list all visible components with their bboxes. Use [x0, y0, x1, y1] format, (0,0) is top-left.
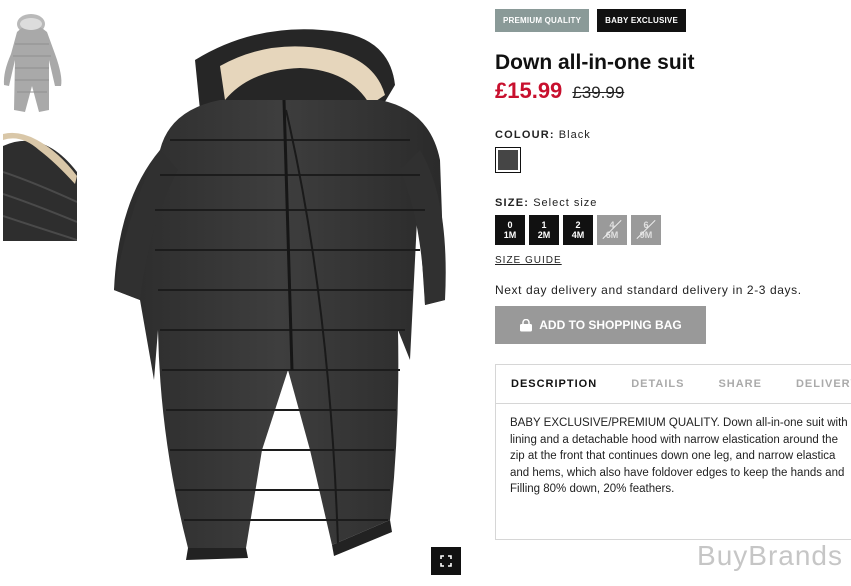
watermark-text: BuyBrands — [697, 540, 843, 571]
size-hint: Select size — [533, 197, 598, 209]
size-options: 0 1M 1 2M 2 4M 4 6M 6 9M — [495, 215, 661, 245]
size-option-top: 2 — [575, 220, 581, 230]
tab-bar: DESCRIPTION DETAILS SHARE DELIVERY — [496, 365, 851, 404]
expand-icon — [440, 555, 452, 567]
colour-swatch-black[interactable] — [495, 147, 521, 173]
size-option-4-6m[interactable]: 4 6M — [597, 215, 627, 245]
tab-details[interactable]: DETAILS — [631, 378, 684, 390]
size-option-top: 6 — [643, 220, 649, 230]
size-option-bottom: 1M — [503, 230, 517, 240]
price-row: £15.99 £39.99 — [495, 78, 624, 104]
suit-thumbnail-image — [3, 14, 62, 112]
size-option-bottom: 4M — [571, 230, 585, 240]
baby-exclusive-badge: BABY EXCLUSIVE — [597, 9, 686, 32]
tab-description[interactable]: DESCRIPTION — [511, 378, 597, 390]
product-tabs-panel: DESCRIPTION DETAILS SHARE DELIVERY BABY … — [495, 364, 851, 540]
size-option-6-9m[interactable]: 6 9M — [631, 215, 661, 245]
badge-row: PREMIUM QUALITY BABY EXCLUSIVE — [495, 9, 686, 32]
original-price: £39.99 — [572, 83, 625, 102]
size-option-top: 4 — [609, 220, 615, 230]
delivery-info: Next day delivery and standard delivery … — [495, 283, 802, 297]
size-option-bottom: 6M — [605, 230, 619, 240]
size-option-top: 0 — [507, 220, 513, 230]
description-text: BABY EXCLUSIVE/PREMIUM QUALITY. Down all… — [510, 417, 848, 495]
size-option-top: 1 — [541, 220, 547, 230]
size-option-2-4m[interactable]: 2 4M — [563, 215, 593, 245]
size-label-title: SIZE: — [495, 197, 530, 209]
product-title: Down all-in-one suit — [495, 51, 695, 74]
colour-swatch-fill — [498, 150, 518, 170]
sale-price: £15.99 — [495, 78, 563, 103]
colour-value: Black — [558, 129, 591, 141]
fullscreen-button[interactable] — [431, 547, 461, 575]
tab-delivery[interactable]: DELIVERY — [796, 378, 851, 390]
size-guide-link[interactable]: SIZE GUIDE — [495, 255, 562, 266]
colour-label: COLOUR: Black — [495, 129, 591, 141]
main-product-image — [100, 0, 470, 581]
tab-share[interactable]: SHARE — [718, 378, 762, 390]
shopping-bag-icon — [520, 318, 533, 331]
add-to-bag-button[interactable]: ADD TO SHOPPING BAG — [495, 306, 706, 344]
colour-label-title: COLOUR: — [495, 129, 555, 141]
thumbnail-hood-detail[interactable] — [3, 132, 77, 241]
thumbnail-suit-front[interactable] — [3, 12, 77, 117]
premium-quality-badge: PREMIUM QUALITY — [495, 9, 590, 32]
size-option-bottom: 9M — [639, 230, 653, 240]
size-option-0-1m[interactable]: 0 1M — [495, 215, 525, 245]
add-to-bag-label: ADD TO SHOPPING BAG — [539, 318, 682, 332]
size-option-1-2m[interactable]: 1 2M — [529, 215, 559, 245]
size-option-bottom: 2M — [537, 230, 551, 240]
hood-thumbnail-image — [3, 132, 77, 241]
product-info-panel: PREMIUM QUALITY BABY EXCLUSIVE Down all-… — [495, 0, 851, 581]
snowsuit-image — [114, 29, 446, 560]
size-label: SIZE: Select size — [495, 197, 597, 209]
